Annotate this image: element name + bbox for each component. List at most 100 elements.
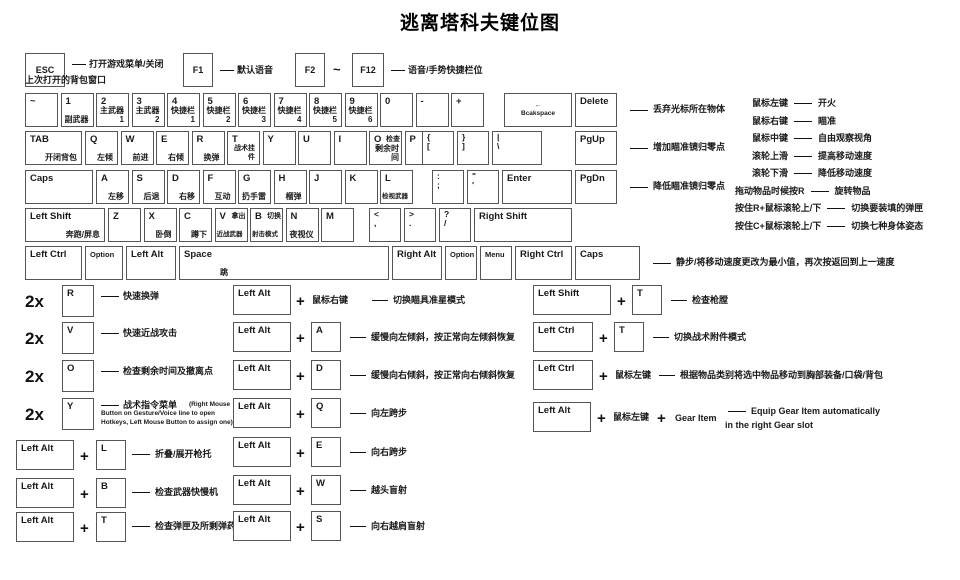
key-v[interactable]: V 拿出 近战武器 [214, 208, 248, 242]
key-e[interactable]: E 右倾 [156, 131, 189, 165]
key-w[interactable]: W 前进 [120, 131, 154, 165]
key-backspace[interactable]: ← Bcakspace [504, 93, 572, 127]
key-f12[interactable]: F12 [352, 53, 384, 87]
key-a[interactable]: A 左移 [96, 170, 129, 204]
key-l[interactable]: L 检视武器 [380, 170, 413, 204]
key-num-5[interactable]: 5 快捷栏2 [202, 93, 236, 127]
key-left-shift[interactable]: Left Shift 奔跑/屏息 [25, 208, 105, 242]
combo-modifier-key[interactable]: Left Alt [233, 398, 291, 428]
double-tap-key-o[interactable]: O [62, 360, 94, 392]
key-num-6[interactable]: 6 快捷栏3 [238, 93, 271, 127]
double-tap-key-r[interactable]: R [62, 285, 94, 317]
key-o[interactable]: O 检查 剩余时间 [369, 131, 402, 165]
key-enter[interactable]: Enter [502, 170, 572, 204]
key-num-3[interactable]: 3 主武器2 [131, 93, 165, 127]
combo-key-t[interactable]: T [632, 285, 662, 315]
combo-dash [132, 454, 150, 455]
key-right-alt[interactable]: Right Alt [392, 246, 442, 280]
key-num-2[interactable]: 2 主武器1 [96, 93, 129, 127]
combo-modifier-key[interactable]: Left Alt [233, 285, 291, 315]
key-right-shift[interactable]: Right Shift [474, 208, 572, 242]
combo-modifier-key[interactable]: Left Shift [533, 285, 611, 315]
key-space[interactable]: Space 跳 [179, 246, 389, 280]
key-u[interactable]: U [298, 131, 331, 165]
combo-key-t[interactable]: T [614, 322, 644, 352]
key-f1[interactable]: F1 [183, 53, 213, 87]
combo-modifier-key[interactable]: Left Alt [16, 478, 74, 508]
combo-modifier-key[interactable]: Left Alt [16, 440, 74, 470]
key-b[interactable]: B 切换 射击模式 [250, 208, 283, 242]
combo-plus-icon: + [599, 368, 608, 385]
key-left-alt[interactable]: Left Alt [126, 246, 176, 280]
combo-key-d[interactable]: D [311, 360, 341, 390]
key-caps-right[interactable]: Caps [575, 246, 640, 280]
key-pgup[interactable]: PgUp [575, 131, 617, 165]
key-f[interactable]: F 互动 [202, 170, 236, 204]
combo-key-w[interactable]: W [311, 475, 341, 505]
key-j[interactable]: J [309, 170, 342, 204]
key-z[interactable]: Z [108, 208, 141, 242]
key-i[interactable]: I [333, 131, 367, 165]
gear-combo-modifier-key[interactable]: Left Alt [533, 402, 591, 432]
key-label: S [316, 514, 323, 525]
key-option-right[interactable]: Option [445, 246, 477, 280]
combo-modifier-key[interactable]: Left Ctrl [533, 322, 593, 352]
key-t[interactable]: T 战术挂件 [227, 131, 260, 165]
key-quote[interactable]: " ' [467, 170, 499, 204]
combo-modifier-key[interactable]: Left Alt [16, 512, 74, 542]
key-n[interactable]: N 夜视仪 [285, 208, 319, 242]
key-num-1[interactable]: 1 副武器 [60, 93, 94, 127]
key-left-ctrl[interactable]: Left Ctrl [25, 246, 82, 280]
combo-modifier-key[interactable]: Left Ctrl [533, 360, 593, 390]
key-menu-label: Menu [485, 250, 505, 259]
key-tab[interactable]: TAB 开闭背包 [25, 131, 82, 165]
double-tap-key-y[interactable]: Y [62, 398, 94, 430]
combo-key-a[interactable]: A [311, 322, 341, 352]
key-comma[interactable]: < , [369, 208, 401, 242]
key-c[interactable]: C 蹲下 [179, 208, 212, 242]
key-m[interactable]: M [321, 208, 354, 242]
key-y[interactable]: Y [262, 131, 296, 165]
combo-modifier-key[interactable]: Left Alt [233, 437, 291, 467]
key-h[interactable]: H 榴弹 [273, 170, 307, 204]
key-pgdn[interactable]: PgDn [575, 170, 617, 204]
combo-modifier-key[interactable]: Left Alt [233, 511, 291, 541]
key-g[interactable]: G 扔手雷 [238, 170, 271, 204]
key-s[interactable]: S 后退 [131, 170, 165, 204]
key-backslash[interactable]: | \ [492, 131, 542, 165]
key-num-9[interactable]: 9 快捷栏6 [344, 93, 378, 127]
key-num-minus[interactable]: - [415, 93, 449, 127]
key-x[interactable]: X 卧倒 [143, 208, 177, 242]
combo-key-q[interactable]: Q [311, 398, 341, 428]
combo-modifier-key[interactable]: Left Alt [233, 322, 291, 352]
combo-modifier-key[interactable]: Left Alt [233, 360, 291, 390]
key-r[interactable]: R 换弹 [191, 131, 225, 165]
key-num-8[interactable]: 8 快捷栏5 [309, 93, 342, 127]
key-q[interactable]: Q 左倾 [85, 131, 118, 165]
key-bracket-right[interactable]: } ] [457, 131, 489, 165]
key-semicolon[interactable]: : ; [432, 170, 464, 204]
combo-modifier-key[interactable]: Left Alt [233, 475, 291, 505]
key-d[interactable]: D 右移 [167, 170, 200, 204]
key-num-4[interactable]: 4 快捷栏1 [167, 93, 200, 127]
key-option-left[interactable]: Option [85, 246, 123, 280]
key-k[interactable]: K [344, 170, 378, 204]
double-tap-key-v[interactable]: V [62, 322, 94, 354]
key-menu[interactable]: Menu [480, 246, 512, 280]
key-slash[interactable]: ? / [439, 208, 471, 242]
key-num-7[interactable]: 7 快捷栏4 [273, 93, 307, 127]
combo-key-t[interactable]: T [96, 512, 126, 542]
key-right-ctrl[interactable]: Right Ctrl [515, 246, 572, 280]
key-period[interactable]: > . [404, 208, 436, 242]
key-delete[interactable]: Delete [575, 93, 617, 127]
key-num-0[interactable]: 0 [380, 93, 413, 127]
combo-key-e[interactable]: E [311, 437, 341, 467]
combo-key-b[interactable]: B [96, 478, 126, 508]
key-num-plus[interactable]: + [451, 93, 484, 127]
key-bracket-left[interactable]: { [ [422, 131, 454, 165]
key-num-tilde[interactable]: ~ [25, 93, 58, 127]
combo-key-l[interactable]: L [96, 440, 126, 470]
key-caps[interactable]: Caps [25, 170, 93, 204]
combo-key-s[interactable]: S [311, 511, 341, 541]
key-f2[interactable]: F2 [295, 53, 325, 87]
